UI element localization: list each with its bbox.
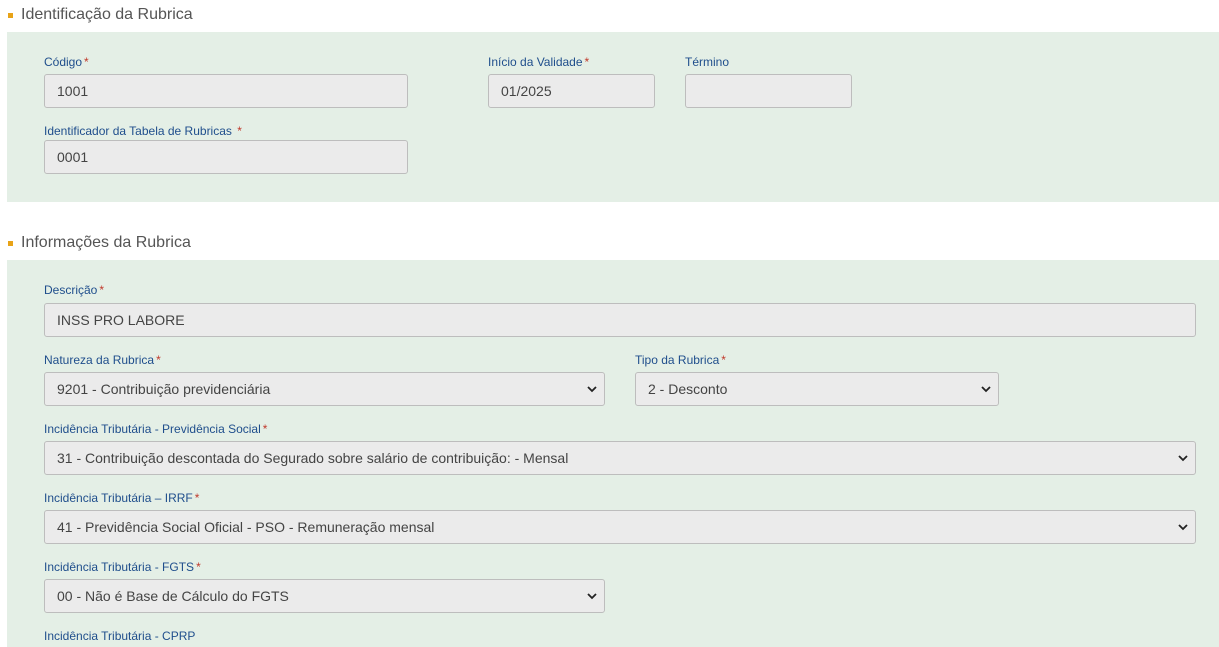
natureza-label: Natureza da Rubrica * bbox=[44, 353, 161, 367]
descricao-label: Descrição * bbox=[44, 283, 105, 297]
section-title-text: Informações da Rubrica bbox=[21, 234, 191, 251]
chevron-down-icon bbox=[1177, 442, 1189, 474]
section-title-text: Identificação da Rubrica bbox=[21, 6, 193, 23]
bullet-icon bbox=[8, 240, 13, 246]
bullet-icon bbox=[8, 12, 13, 18]
panel-identificacao bbox=[7, 32, 1219, 202]
inc-irrf-label: Incidência Tributária – IRRF * bbox=[44, 491, 200, 505]
termino-input[interactable] bbox=[685, 74, 852, 108]
chevron-down-icon bbox=[1177, 511, 1189, 543]
identificador-input[interactable]: 0001 bbox=[44, 140, 408, 174]
section-title-identificacao: Identificação da Rubrica bbox=[8, 6, 193, 24]
inc-fgts-label: Incidência Tributária - FGTS * bbox=[44, 560, 201, 574]
inc-cprp-label: Incidência Tributária - CPRP bbox=[44, 629, 196, 643]
tipo-label: Tipo da Rubrica * bbox=[635, 353, 726, 367]
descricao-input[interactable]: INSS PRO LABORE bbox=[44, 303, 1196, 337]
identificador-label: Identificador da Tabela de Rubricas * bbox=[44, 124, 242, 138]
chevron-down-icon bbox=[586, 580, 598, 612]
inc-fgts-select[interactable]: 00 - Não é Base de Cálculo do FGTS bbox=[44, 579, 605, 613]
inc-prev-select-value: 31 - Contribuição descontada do Segurado… bbox=[57, 450, 569, 466]
termino-label: Término bbox=[685, 55, 730, 69]
section-title-informacoes: Informações da Rubrica bbox=[8, 234, 191, 252]
inc-prev-select[interactable]: 31 - Contribuição descontada do Segurado… bbox=[44, 441, 1196, 475]
natureza-select[interactable]: 9201 - Contribuição previdenciária bbox=[44, 372, 605, 406]
natureza-select-value: 9201 - Contribuição previdenciária bbox=[57, 381, 271, 397]
chevron-down-icon bbox=[586, 373, 598, 405]
codigo-input[interactable]: 1001 bbox=[44, 74, 408, 108]
tipo-select-value: 2 - Desconto bbox=[648, 381, 728, 397]
inc-irrf-select-value: 41 - Previdência Social Oficial - PSO - … bbox=[57, 519, 435, 535]
inc-irrf-select[interactable]: 41 - Previdência Social Oficial - PSO - … bbox=[44, 510, 1196, 544]
inicio-validade-input[interactable]: 01/2025 bbox=[488, 74, 655, 108]
inicio-validade-label: Início da Validade * bbox=[488, 55, 590, 69]
chevron-down-icon bbox=[980, 373, 992, 405]
tipo-select[interactable]: 2 - Desconto bbox=[635, 372, 999, 406]
codigo-label: Código * bbox=[44, 55, 89, 69]
inc-prev-label: Incidência Tributária - Previdência Soci… bbox=[44, 422, 268, 436]
inc-fgts-select-value: 00 - Não é Base de Cálculo do FGTS bbox=[57, 588, 289, 604]
